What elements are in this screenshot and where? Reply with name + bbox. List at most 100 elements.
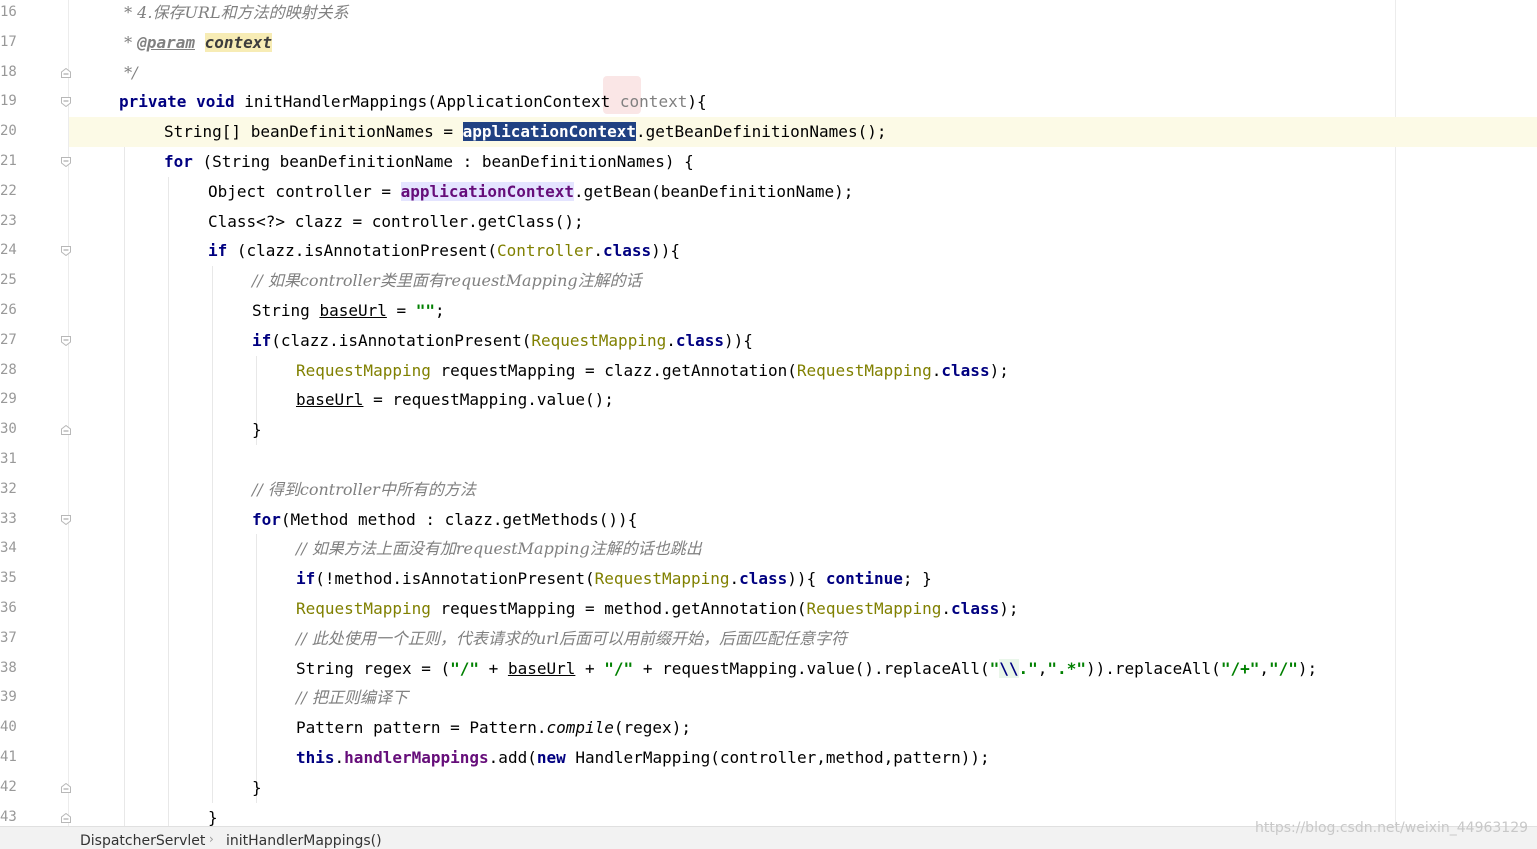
code-text: this.handlerMappings.add(new HandlerMapp… <box>296 743 990 773</box>
code-line[interactable]: } <box>0 773 1537 803</box>
code-line[interactable]: Pattern pattern = Pattern.compile(regex)… <box>0 713 1537 743</box>
code-text: // 把正则编译下 <box>296 683 408 713</box>
breadcrumb-class[interactable]: DispatcherServlet <box>80 833 205 849</box>
line-number: 38 <box>0 659 17 676</box>
code-line[interactable]: String[] beanDefinitionNames = applicati… <box>0 117 1537 147</box>
code-line[interactable]: */ <box>0 58 1537 88</box>
code-text: // 如果方法上面没有加requestMapping注解的话也跳出 <box>296 534 702 564</box>
code-token: ){ <box>687 92 707 112</box>
fold-end-icon[interactable] <box>61 425 71 436</box>
line-number: 29 <box>0 391 17 408</box>
code-line[interactable]: for (String beanDefinitionName : beanDef… <box>0 147 1537 177</box>
code-token: . <box>666 330 676 350</box>
code-token: = <box>386 301 416 320</box>
line-number: 28 <box>0 361 17 378</box>
line-number: 26 <box>0 302 17 318</box>
fold-end-icon[interactable] <box>61 67 71 78</box>
code-text: if(clazz.isAnnotationPresent(RequestMapp… <box>252 326 753 356</box>
line-number: 19 <box>0 93 17 110</box>
fold-collapse-icon[interactable] <box>61 514 71 525</box>
code-line[interactable]: if (clazz.isAnnotationPresent(Controller… <box>0 236 1537 266</box>
code-token: . <box>941 599 952 618</box>
code-line[interactable]: // 把正则编译下 <box>0 683 1537 713</box>
code-token: (String beanDefinitionName : beanDefinit… <box>192 152 694 171</box>
code-line[interactable]: String regex = ("/" + baseUrl + "/" + re… <box>0 654 1537 684</box>
code-token: )){ <box>787 569 826 589</box>
code-line[interactable]: if(!method.isAnnotationPresent(RequestMa… <box>0 564 1537 594</box>
fold-collapse-icon[interactable] <box>61 157 71 167</box>
code-editor[interactable]: * 4.保存URL和方法的映射关系 * @param context */ pri… <box>0 0 1537 826</box>
code-token: RequestMapping <box>806 599 942 618</box>
code-line[interactable]: * 4.保存URL和方法的映射关系 <box>0 0 1537 28</box>
code-text: Class<?> clazz = controller.getClass(); <box>208 207 584 237</box>
code-token: (clazz.isAnnotationPresent( <box>227 241 497 261</box>
fold-collapse-icon[interactable] <box>61 335 71 346</box>
code-line[interactable]: RequestMapping requestMapping = method.g… <box>0 594 1537 624</box>
line-number: 41 <box>0 749 17 765</box>
code-token: RequestMapping <box>594 569 730 589</box>
code-token: ".*" <box>1047 658 1086 678</box>
code-token: if <box>252 330 272 350</box>
code-token: . <box>593 241 603 261</box>
code-token: ); <box>999 599 1019 618</box>
code-line[interactable]: Object controller = applicationContext.g… <box>0 177 1537 207</box>
code-token: // 得到controller中所有的方法 <box>252 479 476 499</box>
fold-collapse-icon[interactable] <box>61 97 71 108</box>
line-number-gutter[interactable]: 16 17 18 19 20 21 22 23 24 25 26 27 28 29 30 31 32 33 34 35… <box>0 0 71 826</box>
code-text: if(!method.isAnnotationPresent(RequestMa… <box>296 564 932 594</box>
line-number: 35 <box>0 570 17 587</box>
code-token: . <box>729 569 740 589</box>
code-line[interactable]: String baseUrl = ""; <box>0 296 1537 326</box>
code-token: . <box>931 360 942 380</box>
code-token: "/" <box>450 658 480 678</box>
breadcrumb-method[interactable]: initHandlerMappings() <box>226 833 382 849</box>
line-number: 27 <box>0 331 17 348</box>
code-text: } <box>252 773 262 803</box>
code-text: } <box>208 803 218 826</box>
watermark: https://blog.csdn.net/weixin_44963129 <box>1255 820 1529 836</box>
code-token: Object controller = <box>208 181 401 201</box>
code-line[interactable] <box>0 445 1537 475</box>
code-token: Class<?> clazz = controller.getClass(); <box>208 211 584 231</box>
code-token: (clazz.isAnnotationPresent( <box>271 330 532 350</box>
line-number: 34 <box>0 540 17 557</box>
code-line[interactable]: // 如果controller类里面有requestMapping注解的话 <box>0 266 1537 296</box>
code-line[interactable]: // 此处使用一个正则，代表请求的url后面可以用前缀开始，后面匹配任意字符 <box>0 624 1537 654</box>
code-text: */ <box>119 58 137 88</box>
code-token: "/" <box>604 658 634 678</box>
code-token: RequestMapping <box>531 330 667 350</box>
code-text: RequestMapping requestMapping = method.g… <box>296 594 1018 624</box>
code-token: " <box>989 658 1000 678</box>
line-number: 16 <box>0 4 17 20</box>
code-line[interactable]: baseUrl = requestMapping.value(); <box>0 385 1537 415</box>
code-token: new <box>536 748 566 767</box>
code-line[interactable]: Class<?> clazz = controller.getClass(); <box>0 207 1537 237</box>
code-line[interactable]: for(Method method : clazz.getMethods()){ <box>0 505 1537 535</box>
line-number: 32 <box>0 480 17 497</box>
code-token: // 如果controller类里面有requestMapping注解的话 <box>252 271 642 291</box>
code-token: RequestMapping <box>296 599 431 618</box>
code-token: continue <box>825 569 903 589</box>
code-text: String baseUrl = ""; <box>252 296 445 326</box>
code-token: ); <box>1297 658 1318 678</box>
fold-collapse-icon[interactable] <box>61 246 71 257</box>
code-token: .getBeanDefinitionNames(); <box>636 122 887 142</box>
code-token: baseUrl <box>507 658 576 678</box>
code-token: Controller <box>496 241 594 261</box>
code-line[interactable]: } <box>0 415 1537 445</box>
code-token: handlerMappings <box>344 748 489 767</box>
code-line[interactable]: // 如果方法上面没有加requestMapping注解的话也跳出 <box>0 534 1537 564</box>
code-text: RequestMapping requestMapping = clazz.ge… <box>296 356 1009 386</box>
code-token: class <box>739 569 788 589</box>
code-text: * 4.保存URL和方法的映射关系 <box>119 0 349 28</box>
code-line[interactable]: this.handlerMappings.add(new HandlerMapp… <box>0 743 1537 773</box>
code-line[interactable]: * @param context <box>0 28 1537 58</box>
code-line[interactable]: if(clazz.isAnnotationPresent(RequestMapp… <box>0 326 1537 356</box>
code-line[interactable]: // 得到controller中所有的方法 <box>0 475 1537 505</box>
code-line[interactable]: RequestMapping requestMapping = clazz.ge… <box>0 356 1537 386</box>
fold-end-icon[interactable] <box>61 812 71 823</box>
fold-end-icon[interactable] <box>61 782 71 793</box>
code-line[interactable]: private void initHandlerMappings(Applica… <box>0 87 1537 117</box>
code-token: (Method method : clazz.getMethods()){ <box>280 509 638 529</box>
